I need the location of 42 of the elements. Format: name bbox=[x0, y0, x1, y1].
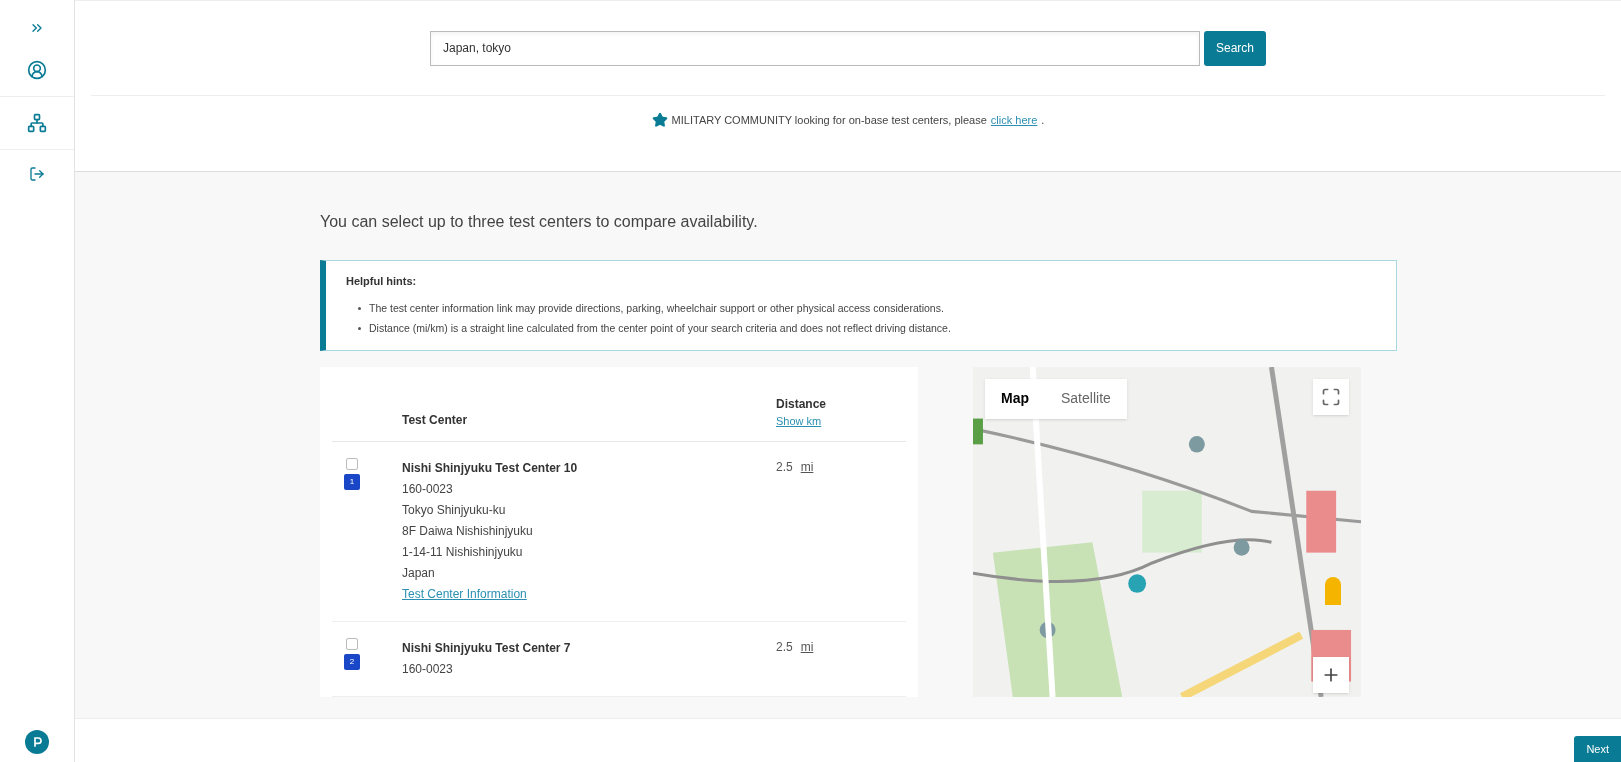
center-info-link[interactable]: Test Center Information bbox=[402, 584, 776, 605]
column-header: Test Center bbox=[402, 412, 469, 429]
address-line: Tokyo Shinjyuku-ku bbox=[402, 502, 507, 519]
map-type-tab[interactable]: Satellite bbox=[1045, 378, 1127, 419]
center-name: Nishi Shinjyuku Test Center 7 bbox=[402, 640, 572, 657]
distance-value: 2.5 bbox=[776, 639, 793, 656]
zoom-in-button[interactable] bbox=[1313, 656, 1349, 693]
star-icon bbox=[651, 112, 668, 129]
user-icon[interactable] bbox=[27, 60, 47, 80]
bullet-icon bbox=[358, 326, 361, 330]
intro-text: You can select up to three test centers to compare availability. bbox=[320, 212, 759, 232]
logo-icon[interactable] bbox=[25, 730, 49, 754]
map-marker: 2 bbox=[344, 654, 360, 670]
fullscreen-button[interactable] bbox=[1313, 378, 1349, 415]
distance-unit: mi bbox=[800, 459, 814, 476]
distance-unit: mi bbox=[800, 639, 814, 656]
address-line: 8F Daiwa Nishishinjyuku bbox=[402, 523, 534, 540]
address-line: Japan bbox=[402, 565, 436, 582]
address-line: 1-14-11 Nishishinjyuku bbox=[402, 544, 524, 561]
military-notice: MILITARY COMMUNITY looking for on-base test centers, please bbox=[671, 113, 987, 128]
hints-title: Helpful hints: bbox=[346, 274, 418, 289]
column-header: Distance bbox=[776, 395, 828, 413]
next-button[interactable]: Next bbox=[1574, 736, 1621, 762]
logout-icon[interactable] bbox=[29, 166, 45, 182]
select-checkbox[interactable] bbox=[346, 458, 358, 470]
notice-period: . bbox=[1041, 113, 1045, 128]
select-checkbox[interactable] bbox=[346, 638, 358, 650]
click-here-link[interactable]: click here bbox=[990, 112, 1038, 129]
map-type-tab[interactable]: Map bbox=[985, 378, 1045, 419]
fullscreen-icon bbox=[1321, 386, 1341, 407]
sitemap-icon[interactable] bbox=[27, 113, 47, 133]
center-name: Nishi Shinjyuku Test Center 10 bbox=[402, 460, 579, 477]
address-line: 160-0023 bbox=[402, 661, 454, 678]
map-marker: 1 bbox=[344, 474, 360, 490]
bullet-icon bbox=[358, 306, 361, 310]
hint-text: The test center information link may provide directions, parking, wheelchair support or other physical access considerations. bbox=[369, 300, 944, 316]
address-line: 160-0023 bbox=[402, 481, 454, 498]
hint-text: Distance (mi/km) is a straight line calculated from the center point of your search criteria and does not reflect driving distance. bbox=[369, 320, 951, 336]
search-button[interactable]: Search bbox=[1204, 30, 1266, 66]
show-km-link[interactable]: Show km bbox=[776, 412, 906, 429]
search-field[interactable]: Japan, tokyo bbox=[430, 30, 1200, 66]
distance-value: 2.5 bbox=[776, 459, 793, 476]
